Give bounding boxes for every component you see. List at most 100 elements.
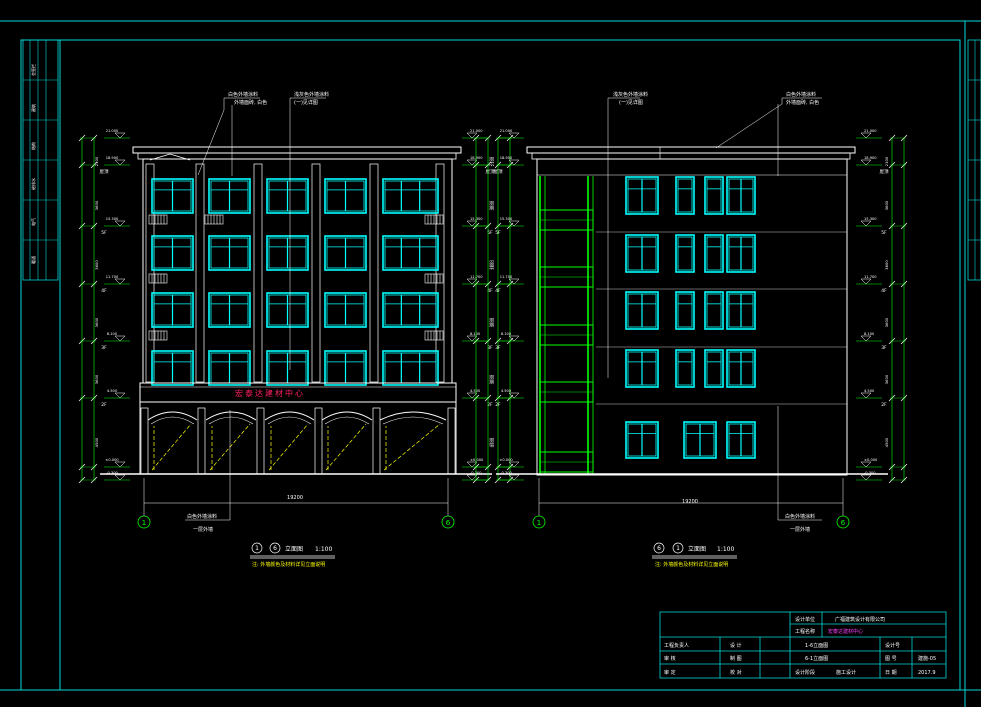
- rear-left-dim: 3600: [488, 200, 493, 210]
- front-left-level-label: 3F: [101, 345, 107, 351]
- front-right-elev: 21.000: [470, 129, 483, 133]
- rear-left-dim: 3600: [488, 260, 493, 270]
- front-callout-3: 白色外墙涂料: [187, 513, 217, 520]
- front-callout-1b: 外墙面砖, 白色: [234, 99, 267, 106]
- front-left-elev: -0.300: [106, 471, 118, 475]
- rear-right-elev: 11.700: [864, 275, 877, 279]
- tb-sheet: 建施-05: [918, 655, 936, 662]
- front-callout-3b: 一层外墙: [193, 526, 213, 533]
- tb-sheet-label: 图 号: [885, 656, 897, 662]
- front-right-elev: 18.900: [470, 156, 483, 160]
- tb-no-label: 设计号: [885, 642, 900, 649]
- rear-left-elev: -0.300: [500, 471, 512, 475]
- rear-right-elev: -0.300: [864, 471, 876, 475]
- front-callout-2b: (一)见详图: [294, 99, 318, 106]
- rear-left-dim: 2100: [488, 156, 493, 166]
- ac-unit: [148, 273, 168, 284]
- strip-label: 建筑: [30, 104, 36, 112]
- front-sign: 宏泰达建材中心: [235, 388, 305, 398]
- front-left-dim: 4500: [94, 437, 99, 447]
- tb-row-3b: 校 对: [730, 669, 742, 676]
- front-left-dim: 3600: [94, 317, 99, 327]
- rear-left-elev: 8.100: [501, 332, 512, 336]
- tb-row-1b: 设 计: [730, 642, 742, 649]
- rear-callout-1: 浅灰色外墙涂料: [613, 91, 648, 98]
- front-left-elev: 15.300: [106, 217, 119, 221]
- rear-left-dim: 3600: [488, 317, 493, 327]
- strip-label: 给排水: [30, 178, 36, 190]
- front-total-dim: 19200: [287, 495, 303, 501]
- rear-title-left: 6: [657, 545, 661, 552]
- rear-right-dim: 3600: [884, 317, 889, 327]
- strip-label: 会签栏: [30, 64, 36, 76]
- front-left-dim: 3600: [94, 374, 99, 384]
- ac-unit: [424, 273, 444, 284]
- front-right-elev: 8.100: [470, 332, 481, 336]
- tb-stage-label: 设计阶段: [795, 669, 815, 676]
- rear-right-dim: 2100: [884, 156, 889, 166]
- rear-left-level-label: 2F: [495, 402, 501, 408]
- front-left-dim: 3600: [94, 260, 99, 270]
- front-left-level-label: 屋顶: [100, 169, 109, 175]
- front-left-elev: 18.900: [106, 156, 119, 160]
- rear-total-dim: 19200: [682, 499, 698, 505]
- strip-label: 结构: [30, 142, 36, 150]
- tb-stage: 施工设计: [836, 669, 856, 676]
- front-right-elev: 15.300: [470, 217, 483, 221]
- front-left-elev: 21.000: [106, 129, 119, 133]
- front-note: 注: 外墙颜色及材料详见立面说明: [252, 561, 325, 568]
- rear-right-dim: 3600: [884, 374, 889, 384]
- tb-row-2b: 制 图: [730, 655, 742, 662]
- rear-callout-1b: (一)见详图: [619, 99, 643, 106]
- rear-title-right: 1: [676, 545, 680, 552]
- tb-drawing-1: 1-6立面图: [805, 642, 828, 649]
- front-left-dim: 2100: [94, 156, 99, 166]
- front-left-dim: 3600: [94, 200, 99, 210]
- rear-right-level-label: 4F: [881, 288, 887, 294]
- rear-right-elev: 8.100: [864, 332, 875, 336]
- rear-left-elev: 4.500: [501, 389, 512, 393]
- front-callout-2: 浅灰色外墙涂料: [294, 91, 329, 98]
- strip-label: 暖通: [30, 256, 36, 264]
- tb-project-label: 工程名称: [795, 628, 815, 635]
- cad-drawing: 会签栏建筑结构给排水电气暖通 21.000 18.900 屋顶 15.300 5F 11.…: [0, 0, 981, 707]
- rear-callout-2: 白色外墙涂料: [786, 91, 816, 98]
- rear-left-elev: ±0.000: [499, 458, 513, 462]
- rear-axis-left: 1: [537, 519, 541, 527]
- rear-right-level-label: 5F: [881, 230, 887, 236]
- front-left-elev: 4.500: [107, 389, 118, 393]
- ac-unit: [148, 214, 168, 225]
- front-left-elev: ±0.000: [105, 458, 119, 462]
- front-left-level-label: 4F: [101, 288, 107, 294]
- front-title-right: 6: [273, 545, 277, 552]
- rear-right-elev: 15.300: [864, 217, 877, 221]
- ac-unit: [424, 330, 444, 341]
- rear-scale: 1:100: [717, 546, 734, 553]
- tb-design-unit-label: 设计单位: [795, 616, 815, 623]
- tb-row-1a: 工程负责人: [664, 642, 689, 649]
- front-left-level-label: 5F: [101, 230, 107, 236]
- rear-right-level-label: 2F: [881, 402, 887, 408]
- front-title-left: 1: [255, 545, 259, 552]
- front-axis-right: 6: [446, 519, 451, 527]
- rear-right-elev: 4.500: [864, 389, 875, 393]
- rear-left-elev: 21.000: [500, 129, 513, 133]
- rear-left-dim: 3600: [488, 374, 493, 384]
- rear-left-level-label: 屋顶: [494, 169, 503, 175]
- rear-left-level-label: 5F: [495, 230, 501, 236]
- tb-design-unit: 广福建筑设计有限公司: [835, 616, 885, 623]
- front-left-level-label: 2F: [101, 402, 107, 408]
- rear-right-elev: ±0.000: [864, 458, 878, 462]
- rear-left-level-label: 4F: [495, 288, 501, 294]
- front-left-elev: 11.700: [106, 275, 119, 279]
- rear-right-dim: 3600: [884, 200, 889, 210]
- front-left-elev: 8.100: [107, 332, 118, 336]
- front-axis-left: 1: [142, 519, 146, 527]
- rear-left-elev: 11.700: [500, 275, 513, 279]
- tb-row-3a: 审 定: [664, 669, 676, 676]
- rear-right-level-label: 3F: [881, 345, 887, 351]
- rear-right-dim: 4500: [884, 437, 889, 447]
- front-callout-1: 白色外墙涂料: [228, 91, 258, 98]
- front-right-elev: 4.500: [470, 389, 481, 393]
- ac-unit: [424, 214, 444, 225]
